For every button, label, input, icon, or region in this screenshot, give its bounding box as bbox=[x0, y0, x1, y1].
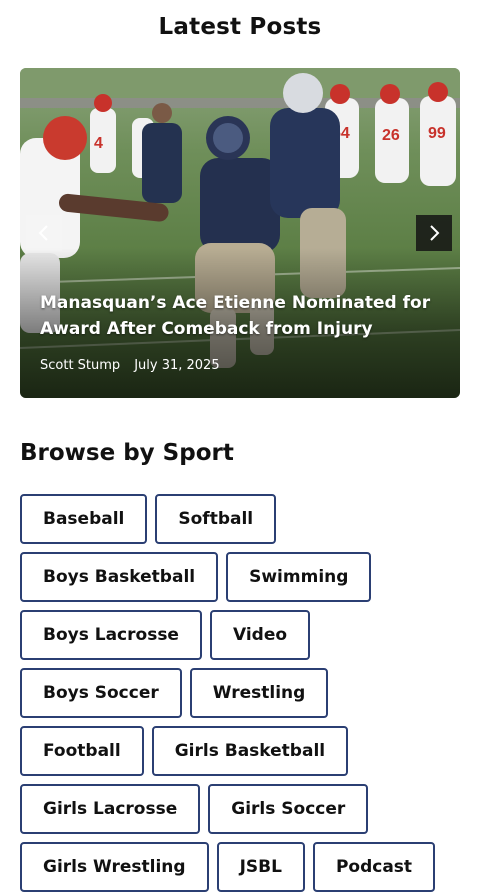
sport-chip-boys-soccer[interactable]: Boys Soccer bbox=[20, 668, 182, 718]
browse-by-sport-heading: Browse by Sport bbox=[20, 440, 234, 466]
page-title: Latest Posts bbox=[158, 14, 322, 40]
featured-post-byline: Scott Stump July 31, 2025 bbox=[40, 358, 220, 373]
carousel-next-button[interactable] bbox=[416, 215, 452, 251]
sport-chip-boys-lacrosse[interactable]: Boys Lacrosse bbox=[20, 610, 202, 660]
sport-chip-wrestling[interactable]: Wrestling bbox=[189, 668, 329, 718]
sport-chip-girls-lacrosse[interactable]: Girls Lacrosse bbox=[20, 784, 201, 834]
post-date: July 31, 2025 bbox=[134, 358, 220, 373]
sport-chip-girls-basketball[interactable]: Girls Basketball bbox=[151, 726, 349, 776]
svg-text:26: 26 bbox=[382, 127, 400, 144]
svg-text:99: 99 bbox=[428, 125, 446, 142]
chevron-left-icon bbox=[38, 225, 48, 241]
sport-chip-jsbl[interactable]: JSBL bbox=[216, 842, 305, 892]
sport-chip-girls-wrestling[interactable]: Girls Wrestling bbox=[20, 842, 209, 892]
sport-chip-podcast[interactable]: Podcast bbox=[312, 842, 436, 892]
sport-chip-list: Baseball Softball Boys Basketball Swimmi… bbox=[20, 494, 460, 892]
sport-chip-boys-basketball[interactable]: Boys Basketball bbox=[20, 552, 219, 602]
chevron-right-icon bbox=[430, 225, 440, 241]
svg-text:4: 4 bbox=[94, 135, 103, 152]
sport-chip-softball[interactable]: Softball bbox=[155, 494, 277, 544]
featured-post-headline[interactable]: Manasquan’s Ace Etienne Nominated for Aw… bbox=[40, 290, 440, 342]
sport-chip-baseball[interactable]: Baseball bbox=[20, 494, 148, 544]
featured-post-card[interactable]: 54 26 99 4 Manasquan’s Ace Etienne Nomin… bbox=[20, 68, 460, 398]
sport-chip-swimming[interactable]: Swimming bbox=[226, 552, 372, 602]
sport-chip-girls-soccer[interactable]: Girls Soccer bbox=[208, 784, 369, 834]
sport-chip-football[interactable]: Football bbox=[20, 726, 144, 776]
post-author[interactable]: Scott Stump bbox=[40, 358, 120, 373]
sport-chip-video[interactable]: Video bbox=[209, 610, 311, 660]
carousel-prev-button[interactable] bbox=[26, 215, 62, 251]
